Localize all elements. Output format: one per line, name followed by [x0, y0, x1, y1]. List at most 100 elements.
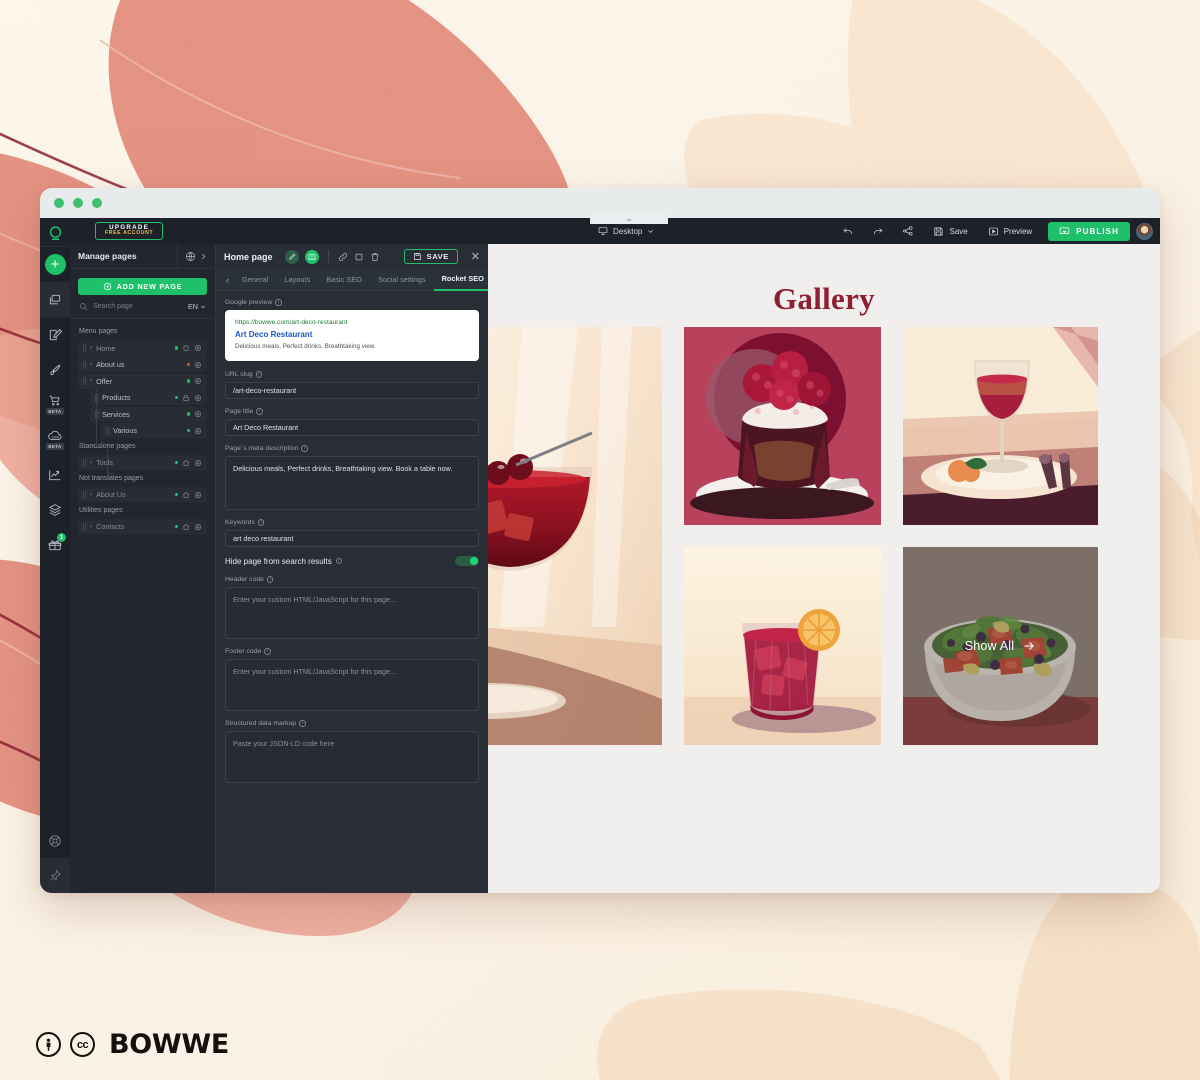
drag-handle-icon[interactable]: ⣿: [82, 523, 87, 531]
site-globe-button[interactable]: [185, 251, 207, 262]
preview-button[interactable]: Preview: [978, 226, 1042, 237]
structured-data-textarea[interactable]: Paste your JSON-LD code here: [225, 731, 479, 783]
info-icon[interactable]: i: [264, 648, 271, 655]
chevron-right-icon[interactable]: ›: [90, 460, 92, 466]
page-settings-gear-icon[interactable]: [194, 410, 202, 418]
info-icon[interactable]: i: [255, 371, 263, 378]
page-settings-gear-icon[interactable]: [194, 491, 202, 499]
tab-general[interactable]: General: [234, 269, 276, 291]
add-new-page-button[interactable]: ADD NEW PAGE: [78, 278, 207, 295]
page-row-about-us-untranslated[interactable]: ⣿ › About Us: [78, 487, 207, 502]
traffic-light-maximize[interactable]: [92, 198, 102, 208]
chevron-right-icon[interactable]: ›: [90, 492, 92, 498]
rail-item-analytics[interactable]: [40, 457, 70, 492]
search-page-row[interactable]: Search page EN: [70, 302, 215, 319]
rail-item-support[interactable]: [40, 823, 70, 858]
page-row-about-us[interactable]: ⣿ › About us: [78, 357, 207, 372]
tab-basic-seo[interactable]: Basic SEO: [318, 269, 370, 291]
settings-save-button[interactable]: SAVE: [403, 249, 458, 264]
info-icon[interactable]: i: [275, 299, 282, 306]
info-icon[interactable]: i: [301, 445, 308, 452]
rail-item-add-new[interactable]: +: [40, 247, 70, 282]
info-icon[interactable]: i: [299, 720, 306, 727]
page-settings-gear-icon[interactable]: [194, 361, 202, 369]
drag-handle-icon[interactable]: ⣿: [82, 344, 87, 352]
device-selector[interactable]: Desktop: [598, 226, 654, 236]
page-row-various[interactable]: ⣿ Various: [101, 423, 207, 438]
rail-item-store[interactable]: BETA: [40, 387, 70, 422]
drag-handle-icon[interactable]: ⣿: [82, 361, 87, 369]
salad-bowl-tile[interactable]: Show All: [903, 547, 1098, 745]
tab-layouts[interactable]: Layouts: [276, 269, 318, 291]
drag-handle-icon[interactable]: ⣿: [82, 459, 87, 467]
viewport-handle[interactable]: [590, 214, 668, 224]
website-preview-canvas[interactable]: Gallery Show All: [488, 244, 1160, 893]
page-settings-gear-icon[interactable]: [194, 523, 202, 531]
page-row-products[interactable]: ⣿ Products: [90, 390, 207, 405]
rail-item-editor[interactable]: [40, 317, 70, 352]
page-settings-gear-icon[interactable]: [194, 394, 202, 402]
language-selector[interactable]: EN: [188, 302, 206, 311]
page-title-input[interactable]: Art Deco Restaurant: [225, 419, 479, 436]
footer-code-textarea[interactable]: Enter your custom HTML/JavaScript for th…: [225, 659, 479, 711]
bowwe-logo-icon[interactable]: [40, 220, 70, 246]
user-avatar[interactable]: [1136, 222, 1153, 240]
close-panel-button[interactable]: ✕: [464, 250, 480, 263]
drag-handle-icon[interactable]: ⣿: [82, 377, 87, 385]
page-settings-gear-icon[interactable]: [194, 377, 202, 385]
rail-item-design[interactable]: [40, 352, 70, 387]
copy-link-button[interactable]: [338, 252, 348, 262]
chocolate-raspberry-cake-tile[interactable]: [684, 327, 881, 525]
rail-item-pin[interactable]: [40, 858, 70, 893]
delete-page-button[interactable]: [370, 252, 380, 262]
tab-social-settings[interactable]: Social settings: [370, 269, 434, 291]
homepage-icon[interactable]: [182, 523, 190, 531]
edit-mode-toggle[interactable]: [284, 249, 299, 264]
cocktail-cherries-tile[interactable]: [488, 327, 662, 745]
homepage-icon[interactable]: [182, 344, 190, 352]
info-icon[interactable]: i: [266, 576, 274, 583]
lock-icon[interactable]: [182, 394, 190, 402]
upgrade-account-badge[interactable]: UPGRADE FREE ACCOUNT: [95, 221, 164, 241]
hide-page-toggle[interactable]: [455, 556, 479, 566]
info-icon[interactable]: i: [256, 408, 263, 415]
rail-item-layers[interactable]: [40, 492, 70, 527]
info-icon[interactable]: i: [257, 519, 265, 526]
tab-rocket-seo[interactable]: Rocket SEO: [433, 269, 492, 291]
url-slug-input[interactable]: /art-deco-restaurant: [225, 382, 479, 399]
page-row-tools[interactable]: ⣿ › Tools: [78, 455, 207, 470]
publish-button[interactable]: PUBLISH: [1048, 221, 1130, 241]
page-row-offer[interactable]: ⣿ › Offer: [78, 373, 207, 389]
wine-glass-tile[interactable]: [903, 327, 1098, 525]
page-settings-gear-icon[interactable]: [194, 427, 202, 435]
traffic-light-close[interactable]: [54, 198, 64, 208]
chevron-right-icon[interactable]: ›: [90, 378, 92, 384]
show-all-overlay[interactable]: Show All: [903, 547, 1098, 745]
page-settings-gear-icon[interactable]: [194, 344, 202, 352]
info-icon[interactable]: i: [335, 557, 343, 565]
page-row-home[interactable]: ⣿ › Home: [78, 340, 207, 356]
keywords-input[interactable]: art deco restaurant: [225, 530, 479, 547]
chevron-right-icon[interactable]: ›: [90, 345, 92, 351]
page-row-contacts[interactable]: ⣿ › Contacts: [78, 519, 207, 534]
homepage-icon[interactable]: [182, 491, 190, 499]
traffic-light-minimize[interactable]: [73, 198, 83, 208]
drag-handle-icon[interactable]: ⣿: [82, 491, 87, 499]
header-code-textarea[interactable]: Enter your custom HTML/JavaScript for th…: [225, 587, 479, 639]
duplicate-page-button[interactable]: [354, 252, 364, 262]
meta-description-textarea[interactable]: Delicious meals, Perfect drinks, Breatht…: [225, 456, 479, 510]
save-button[interactable]: Save: [923, 226, 977, 237]
tabs-scroll-left-button[interactable]: ‹: [221, 275, 234, 285]
homepage-icon[interactable]: [182, 459, 190, 467]
orange-cocktail-tile[interactable]: [684, 547, 881, 745]
rail-item-crm[interactable]: CRM BETA: [40, 422, 70, 457]
rail-item-rewards[interactable]: 1: [40, 527, 70, 562]
page-settings-gear-icon[interactable]: [194, 459, 202, 467]
search-page-input[interactable]: Search page: [93, 303, 183, 310]
chevron-right-icon[interactable]: ›: [90, 362, 92, 368]
drag-handle-icon[interactable]: ⣿: [105, 427, 110, 435]
rail-item-pages[interactable]: [40, 282, 70, 317]
redo-button[interactable]: [863, 225, 893, 237]
page-row-services[interactable]: ⣿ Services: [90, 406, 207, 422]
sitemap-button[interactable]: [893, 225, 923, 237]
